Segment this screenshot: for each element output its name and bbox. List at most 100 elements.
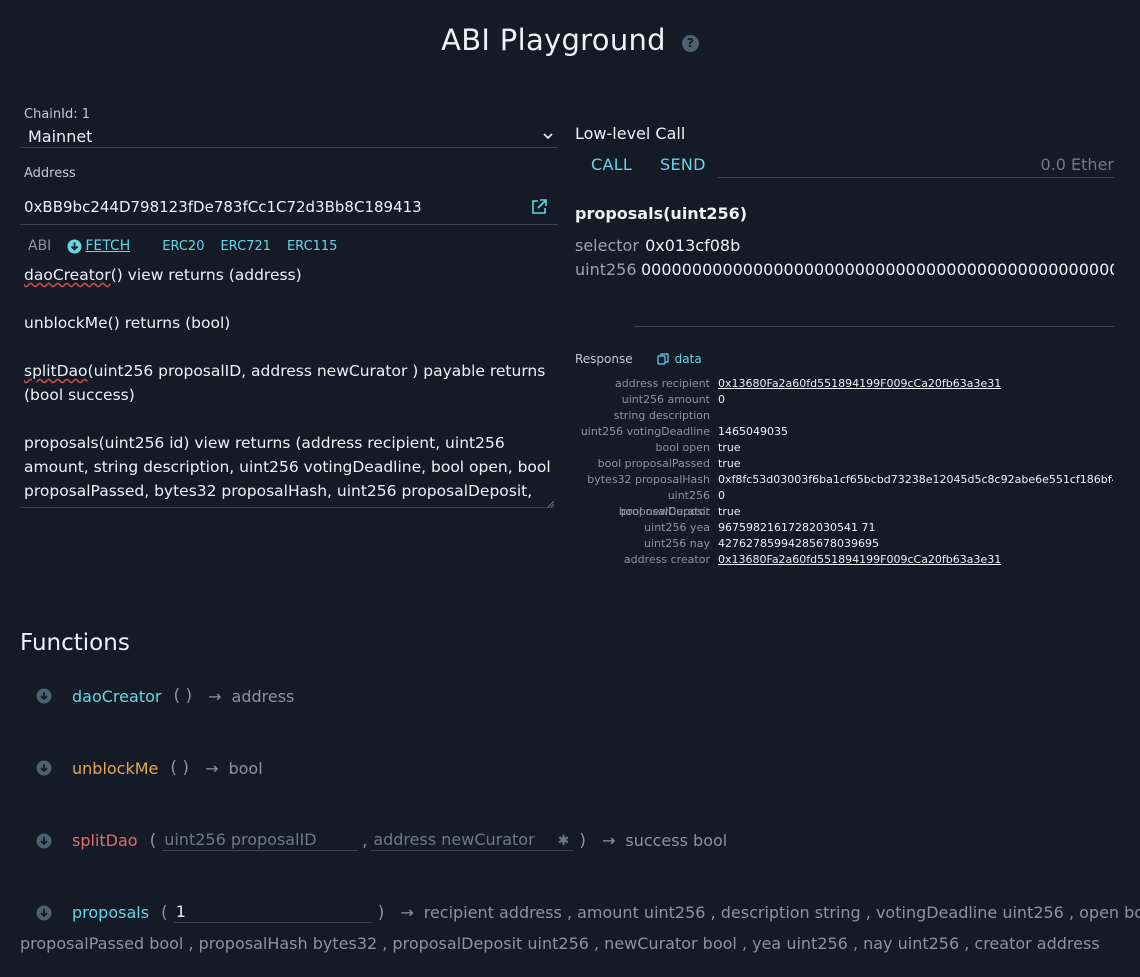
- response-header: Response data: [575, 352, 702, 366]
- response-key: bool proposalPassed: [597, 457, 710, 470]
- response-value: true: [718, 505, 741, 518]
- abi-line-3-name: splitDao: [24, 362, 88, 380]
- response-value-link[interactable]: 0x13680Fa2a60fd551894199F009cCa20fb63a3e…: [718, 552, 1001, 568]
- proposal-id-input[interactable]: 1: [173, 902, 372, 923]
- external-link-icon[interactable]: [530, 198, 548, 216]
- function-name[interactable]: unblockMe: [72, 759, 158, 778]
- abi-line-4: proposals(uint256 id) view returns (addr…: [24, 434, 551, 507]
- function-name[interactable]: splitDao: [72, 831, 138, 850]
- function-row-proposals: proposals ( 1 ) → recipient address , am…: [36, 902, 1140, 923]
- function-name[interactable]: daoCreator: [72, 687, 161, 706]
- function-returns: success bool: [625, 831, 728, 850]
- address-input[interactable]: 0xBB9bc244D798123fDe783fCc1C72d3Bb8C1894…: [20, 190, 558, 225]
- abi-line-3-rest: (uint256 proposalID, address newCurator …: [24, 362, 546, 404]
- abi-label: ABI: [28, 238, 52, 254]
- arg-value: 0000000000000000000000000000000000000000…: [641, 260, 1114, 279]
- resize-grip-icon[interactable]: [546, 499, 554, 507]
- response-key: bool newCurator: [618, 505, 710, 518]
- returns-arrow-icon: →: [208, 686, 222, 706]
- function-returns: address: [231, 686, 295, 706]
- response-value-link[interactable]: 0x13680Fa2a60fd551894199F009cCa20fb63a3e…: [718, 376, 1001, 392]
- paren-close: ): [579, 830, 586, 851]
- function-row-splitdao: splitDao ( uint256 proposalID , address …: [36, 830, 727, 851]
- response-value: 0: [718, 393, 725, 406]
- response-key: address recipient: [615, 377, 710, 390]
- erc115-button[interactable]: ERC115: [287, 239, 338, 254]
- lowlevel-title: Low-level Call: [575, 124, 686, 143]
- address-value: 0xBB9bc244D798123fDe783fCc1C72d3Bb8C1894…: [24, 198, 422, 216]
- address-label: Address: [24, 166, 76, 181]
- response-row: address creator 0x13680Fa2a60fd551894199F…: [575, 552, 1113, 568]
- response-row: bool newCurator true: [575, 504, 1113, 520]
- download-circle-icon: [67, 239, 82, 253]
- expand-down-icon[interactable]: [36, 760, 52, 776]
- response-row: bool proposalPassed true: [575, 456, 1113, 472]
- abi-line-1-rest: () view returns (address): [110, 266, 302, 284]
- page-title: ABI Playground: [441, 23, 666, 57]
- comma: ,: [362, 831, 368, 850]
- new-curator-placeholder: address newCurator: [373, 830, 535, 849]
- paren-open: (: [161, 902, 168, 923]
- response-key: bool open: [655, 441, 710, 454]
- response-row: uint256 votingDeadline 1465049035: [575, 424, 1113, 440]
- returns-arrow-icon: →: [205, 758, 219, 778]
- function-row-daocreator: daoCreator ( ) → address: [36, 686, 294, 706]
- function-name[interactable]: proposals: [72, 903, 149, 922]
- asterisk-icon: ✱: [557, 833, 570, 849]
- question-circle-icon[interactable]: ?: [681, 34, 699, 52]
- data-toggle[interactable]: data: [675, 352, 702, 366]
- paren: ( ): [170, 758, 190, 778]
- expand-down-icon[interactable]: [36, 905, 52, 921]
- functions-title: Functions: [20, 630, 130, 656]
- abi-playground-page: ABI Playground ? ChainId: 1 Mainnet Addr…: [0, 0, 1140, 977]
- function-returns: bool: [228, 758, 263, 778]
- expand-down-icon[interactable]: [36, 833, 52, 849]
- response-key: uint256 yea: [644, 521, 710, 534]
- response-row: string description: [575, 408, 1113, 424]
- paren: ( ): [173, 686, 193, 706]
- response-label: Response: [575, 352, 633, 366]
- arg-row: uint256: [575, 260, 637, 279]
- header: ABI Playground ?: [0, 18, 1140, 62]
- response-value: true: [718, 457, 741, 470]
- response-row: uint256 proposalDeposit 0: [575, 488, 1113, 518]
- paren-open: (: [149, 830, 157, 851]
- function-row-unblockme: unblockMe ( ) → bool: [36, 758, 263, 778]
- response-value: 42762785994285678039695: [718, 537, 879, 550]
- response-row: address recipient 0x13680Fa2a60fd55189419…: [575, 376, 1113, 392]
- copy-icon[interactable]: [657, 353, 669, 365]
- network-select[interactable]: Mainnet: [20, 125, 558, 148]
- network-select-value: Mainnet: [28, 126, 93, 146]
- call-signature: proposals(uint256): [575, 204, 748, 223]
- response-table: address recipient 0x13680Fa2a60fd55189419…: [575, 376, 1113, 568]
- erc20-button[interactable]: ERC20: [162, 239, 204, 254]
- selector-value: 0x013cf08b: [645, 236, 741, 255]
- response-key: uint256 votingDeadline: [580, 425, 710, 438]
- divider: [634, 326, 1114, 327]
- abi-line-1-name: daoCreator: [24, 266, 111, 284]
- response-key: address creator: [623, 553, 710, 566]
- proposal-id-input[interactable]: uint256 proposalID: [162, 830, 359, 851]
- response-key: string description: [613, 409, 710, 422]
- erc721-button[interactable]: ERC721: [220, 239, 271, 254]
- response-value: 96759821617282030541 71: [718, 521, 876, 534]
- abi-textarea[interactable]: daoCreator() view returns (address) unbl…: [20, 263, 554, 508]
- expand-down-icon[interactable]: [36, 688, 52, 704]
- selector-key: selector: [575, 236, 639, 255]
- function-returns: recipient address , amount uint256 , des…: [423, 903, 1140, 922]
- function-returns-continued: proposalPassed bool , proposalHash bytes…: [20, 934, 1100, 953]
- call-button[interactable]: CALL: [591, 155, 632, 174]
- response-row: bytes32 proposalHash 0xf8fc53d03003f6ba1c…: [575, 472, 1113, 488]
- new-curator-input[interactable]: address newCurator ✱: [371, 830, 574, 851]
- abi-line-2: unblockMe() returns (bool): [24, 314, 231, 332]
- send-button[interactable]: SEND: [660, 155, 706, 174]
- fetch-label: FETCH: [85, 238, 131, 254]
- response-key: uint256 nay: [643, 537, 710, 550]
- response-key: uint256 amount: [621, 393, 710, 406]
- fetch-button[interactable]: FETCH: [67, 238, 146, 254]
- abi-toolbar: ABI FETCH ERC20 ERC721 ERC115: [20, 235, 353, 257]
- chain-id-label: ChainId: 1: [24, 107, 91, 122]
- response-value: 0: [718, 489, 725, 502]
- response-row: uint256 yea 96759821617282030541 71: [575, 520, 1113, 536]
- ether-input[interactable]: 0.0 Ether: [718, 155, 1114, 178]
